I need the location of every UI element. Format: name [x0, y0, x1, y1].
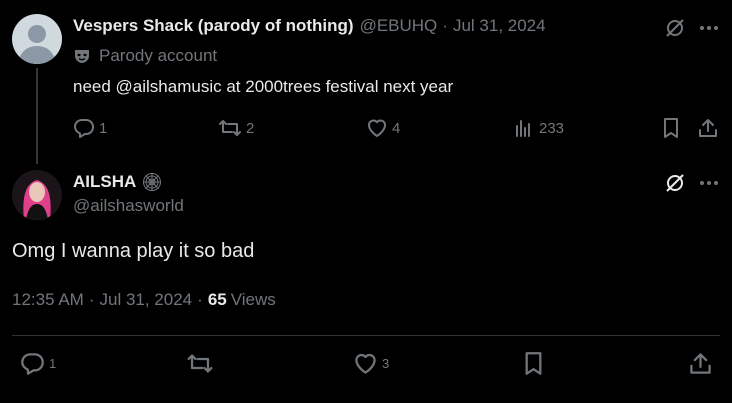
parent-handle[interactable]: @EBUHQ: [360, 16, 438, 36]
reply-count: 1: [99, 119, 108, 137]
separator-dot: ·: [88, 290, 95, 309]
main-display-name[interactable]: AILSHA: [73, 172, 136, 192]
heart-icon: [355, 353, 376, 374]
parody-label: Parody account: [99, 46, 218, 65]
separator-dot: ·: [442, 16, 448, 35]
reply-icon: [74, 119, 94, 138]
parent-tweet-text: need @ailshamusic at 2000trees festival …: [73, 77, 454, 96]
more-options-icon[interactable]: [698, 17, 720, 39]
repost-icon: [219, 120, 241, 136]
thread-line: [36, 68, 38, 164]
like-count: 4: [392, 119, 401, 137]
avatar-ailsha[interactable]: [12, 170, 62, 220]
parent-display-name[interactable]: Vespers Shack (parody of nothing): [73, 16, 354, 36]
heart-icon: [368, 119, 386, 137]
repost-icon: [187, 354, 213, 373]
separator-dot: ·: [197, 290, 203, 309]
tweet-date[interactable]: Jul 31, 2024: [100, 290, 193, 310]
bookmark-icon: [664, 118, 678, 138]
divider: [12, 335, 720, 336]
avatar-default[interactable]: [12, 14, 62, 64]
main-handle[interactable]: @ailshasworld: [73, 196, 184, 216]
views-count: 65: [207, 290, 227, 309]
more-options-icon[interactable]: [698, 172, 720, 194]
main-tweet-text: Omg I wanna play it so bad: [12, 240, 255, 262]
share-button[interactable]: [697, 117, 719, 139]
share-icon: [690, 353, 711, 374]
like-count: 3: [382, 356, 390, 371]
reply-button[interactable]: 1: [73, 117, 107, 139]
repost-count: 2: [246, 119, 255, 137]
reply-count: 1: [49, 356, 57, 371]
view-count: 233: [539, 119, 565, 137]
share-icon: [699, 119, 717, 137]
reply-button[interactable]: 1: [20, 351, 56, 376]
main-tweet-meta: 12:35 AM · Jul 31, 2024 · 65 Views: [12, 290, 276, 310]
grok-icon[interactable]: [664, 172, 686, 194]
spiderweb-icon: [142, 172, 162, 192]
repost-button[interactable]: 2: [218, 117, 254, 139]
repost-button[interactable]: [186, 351, 214, 376]
parody-mask-icon: [73, 47, 91, 65]
share-button[interactable]: [688, 351, 713, 376]
grok-icon[interactable]: [664, 17, 686, 39]
views-label: Views: [230, 290, 276, 309]
parody-badge: Parody account: [73, 46, 217, 66]
parent-date[interactable]: Jul 31, 2024: [453, 16, 546, 36]
bookmark-button[interactable]: [660, 117, 682, 139]
tweet-time[interactable]: 12:35 AM: [12, 290, 84, 310]
reply-icon: [21, 353, 44, 375]
main-tweet-name-row: AILSHA: [73, 172, 162, 192]
like-button[interactable]: 3: [353, 351, 389, 376]
like-button[interactable]: 4: [366, 117, 400, 139]
parent-tweet-header: Vespers Shack (parody of nothing) @EBUHQ…: [73, 16, 546, 36]
bookmark-button[interactable]: [521, 351, 546, 376]
views-button[interactable]: 233: [513, 117, 564, 139]
bookmark-icon: [525, 352, 542, 375]
analytics-icon: [516, 120, 530, 137]
